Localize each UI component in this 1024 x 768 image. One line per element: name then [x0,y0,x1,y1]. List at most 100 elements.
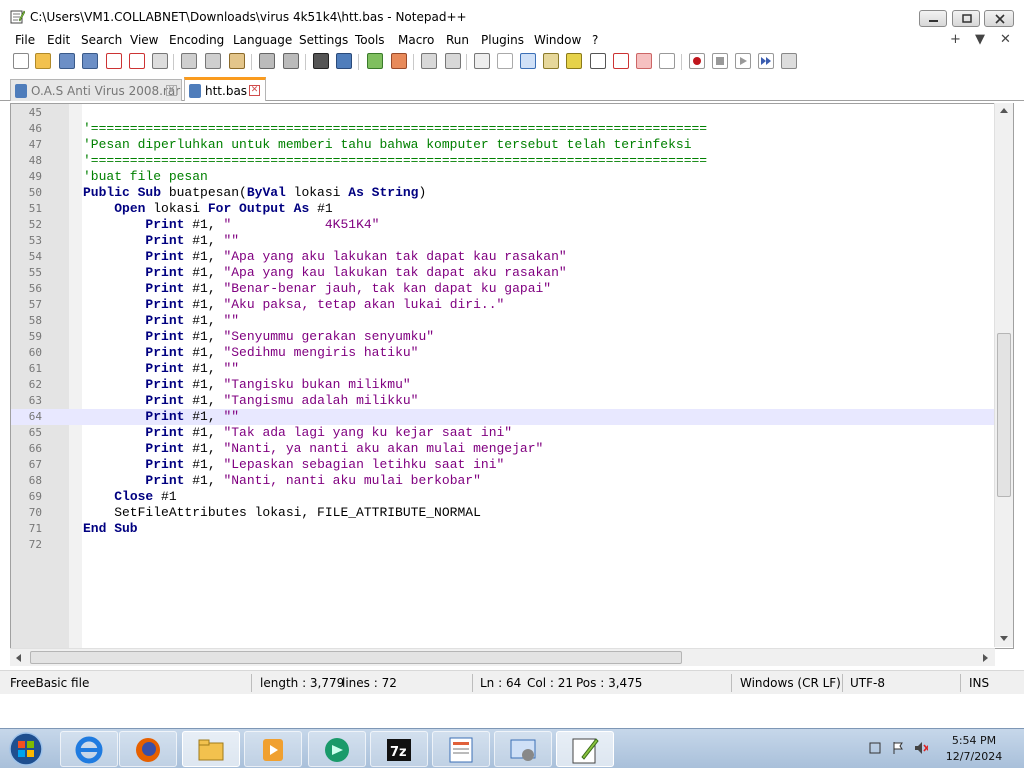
view-icon[interactable] [659,53,675,69]
flag-icon[interactable] [891,741,905,755]
horizontal-scrollbar[interactable] [10,648,995,666]
app-taskbar-button[interactable] [308,731,366,767]
close-tab-icon[interactable]: ✕ [166,85,177,96]
save-all-icon[interactable] [82,53,98,69]
open-file-icon[interactable] [35,53,51,69]
firefox-taskbar-button[interactable] [119,731,177,767]
7zip-taskbar-button[interactable]: 7z [370,731,428,767]
code-line[interactable]: 60 Print #1, "Sedihmu mengiris hatiku" [11,345,996,361]
tab-oas-antivirus[interactable]: O.A.S Anti Virus 2008.rar ✕ [10,79,182,101]
menu-help[interactable]: ? [592,32,598,48]
menu-tools[interactable]: Tools [355,32,385,48]
redo-icon[interactable] [283,53,299,69]
control-panel-taskbar-button[interactable] [494,731,552,767]
code-line[interactable]: 51 Open lokasi For Output As #1 [11,201,996,217]
zoom-out-icon[interactable] [391,53,407,69]
menu-macro[interactable]: Macro [398,32,434,48]
stop-macro-icon[interactable] [712,53,728,69]
code-line[interactable]: 62 Print #1, "Tangisku bukan milikmu" [11,377,996,393]
new-tab-button[interactable]: + [950,32,961,48]
code-line[interactable]: 59 Print #1, "Senyummu gerakan senyumku" [11,329,996,345]
save-icon[interactable] [59,53,75,69]
close-all-icon[interactable] [129,53,145,69]
menu-settings[interactable]: Settings [299,32,348,48]
code-line[interactable]: 45 [11,105,996,121]
scroll-left-icon[interactable] [16,654,21,662]
code-line[interactable]: 66 Print #1, "Nanti, ya nanti aku akan m… [11,441,996,457]
code-line[interactable]: 57 Print #1, "Aku paksa, tetap akan luka… [11,297,996,313]
menu-encoding[interactable]: Encoding [169,32,224,48]
udl-icon[interactable] [543,53,559,69]
menu-plugins[interactable]: Plugins [481,32,524,48]
code-line[interactable]: 63 Print #1, "Tangismu adalah milikku" [11,393,996,409]
scroll-up-icon[interactable] [1000,108,1008,113]
doc-map-icon[interactable] [566,53,582,69]
code-line[interactable]: 55 Print #1, "Apa yang kau lakukan tak d… [11,265,996,281]
menu-file[interactable]: File [15,32,35,48]
code-line[interactable]: 50 Public Sub buatpesan(ByVal lokasi As S… [11,185,996,201]
notepadpp-taskbar-button[interactable] [556,731,614,767]
undo-icon[interactable] [259,53,275,69]
minimize-button[interactable] [919,10,947,27]
close-document-button[interactable]: ✕ [1000,32,1011,48]
menu-window[interactable]: Window [534,32,581,48]
code-line[interactable]: 58 Print #1, "" [11,313,996,329]
code-line[interactable]: 68 Print #1, "Nanti, nanti aku mulai ber… [11,473,996,489]
wordpad-taskbar-button[interactable] [432,731,490,767]
start-button[interactable] [3,730,49,768]
code-line[interactable]: 47 'Pesan diperluhkan untuk memberi tahu … [11,137,996,153]
record-macro-icon[interactable] [689,53,705,69]
folder-as-workspace-icon[interactable] [613,53,629,69]
code-line[interactable]: 48 '=====================================… [11,153,996,169]
run-macro-multiple-icon[interactable] [758,53,774,69]
close-tab-icon[interactable]: ✕ [249,85,260,96]
print-icon[interactable] [152,53,168,69]
scroll-right-icon[interactable] [983,654,988,662]
tab-list-button[interactable]: ▼ [975,32,985,48]
zoom-in-icon[interactable] [367,53,383,69]
horizontal-scroll-thumb[interactable] [30,651,682,664]
word-wrap-icon[interactable] [474,53,490,69]
code-line[interactable]: 69 Close #1 [11,489,996,505]
code-line[interactable]: 54 Print #1, "Apa yang aku lakukan tak d… [11,249,996,265]
indent-guide-icon[interactable] [520,53,536,69]
scroll-down-icon[interactable] [1000,636,1008,641]
vertical-scrollbar[interactable] [994,103,1013,647]
system-clock[interactable]: 5:54 PM 12/7/2024 [940,733,1008,765]
volume-muted-icon[interactable] [914,741,928,755]
cut-icon[interactable] [181,53,197,69]
monitoring-icon[interactable] [636,53,652,69]
code-editor[interactable]: 45 46 '===================================… [10,103,1014,649]
file-explorer-taskbar-button[interactable] [182,731,240,767]
code-line[interactable]: 67 Print #1, "Lepaskan sebagian letihku … [11,457,996,473]
menu-search[interactable]: Search [81,32,122,48]
code-line[interactable]: 70 SetFileAttributes lokasi, FILE_ATTRIB… [11,505,996,521]
find-icon[interactable] [313,53,329,69]
menu-edit[interactable]: Edit [47,32,70,48]
code-line[interactable]: 53 Print #1, "" [11,233,996,249]
vertical-scroll-thumb[interactable] [997,333,1011,497]
code-line[interactable]: 71 End Sub [11,521,996,537]
close-button[interactable] [984,10,1014,27]
function-list-icon[interactable] [590,53,606,69]
code-line[interactable]: 72 [11,537,996,553]
media-player-taskbar-button[interactable] [244,731,302,767]
code-line[interactable]: 49 'buat file pesan [11,169,996,185]
replace-icon[interactable] [336,53,352,69]
code-line[interactable]: 56 Print #1, "Benar-benar jauh, tak kan … [11,281,996,297]
code-line[interactable]: 61 Print #1, "" [11,361,996,377]
menu-language[interactable]: Language [233,32,292,48]
close-file-icon[interactable] [106,53,122,69]
copy-icon[interactable] [205,53,221,69]
code-line[interactable]: 64 Print #1, "" [11,409,996,425]
internet-explorer-taskbar-button[interactable] [60,731,118,767]
play-macro-icon[interactable] [735,53,751,69]
show-all-chars-icon[interactable] [497,53,513,69]
tab-htt-bas[interactable]: htt.bas ✕ [184,77,266,101]
action-center-icon[interactable] [868,741,882,755]
code-line[interactable]: 46 '=====================================… [11,121,996,137]
menu-view[interactable]: View [130,32,158,48]
sync-vertical-icon[interactable] [421,53,437,69]
save-macro-icon[interactable] [781,53,797,69]
menu-run[interactable]: Run [446,32,469,48]
